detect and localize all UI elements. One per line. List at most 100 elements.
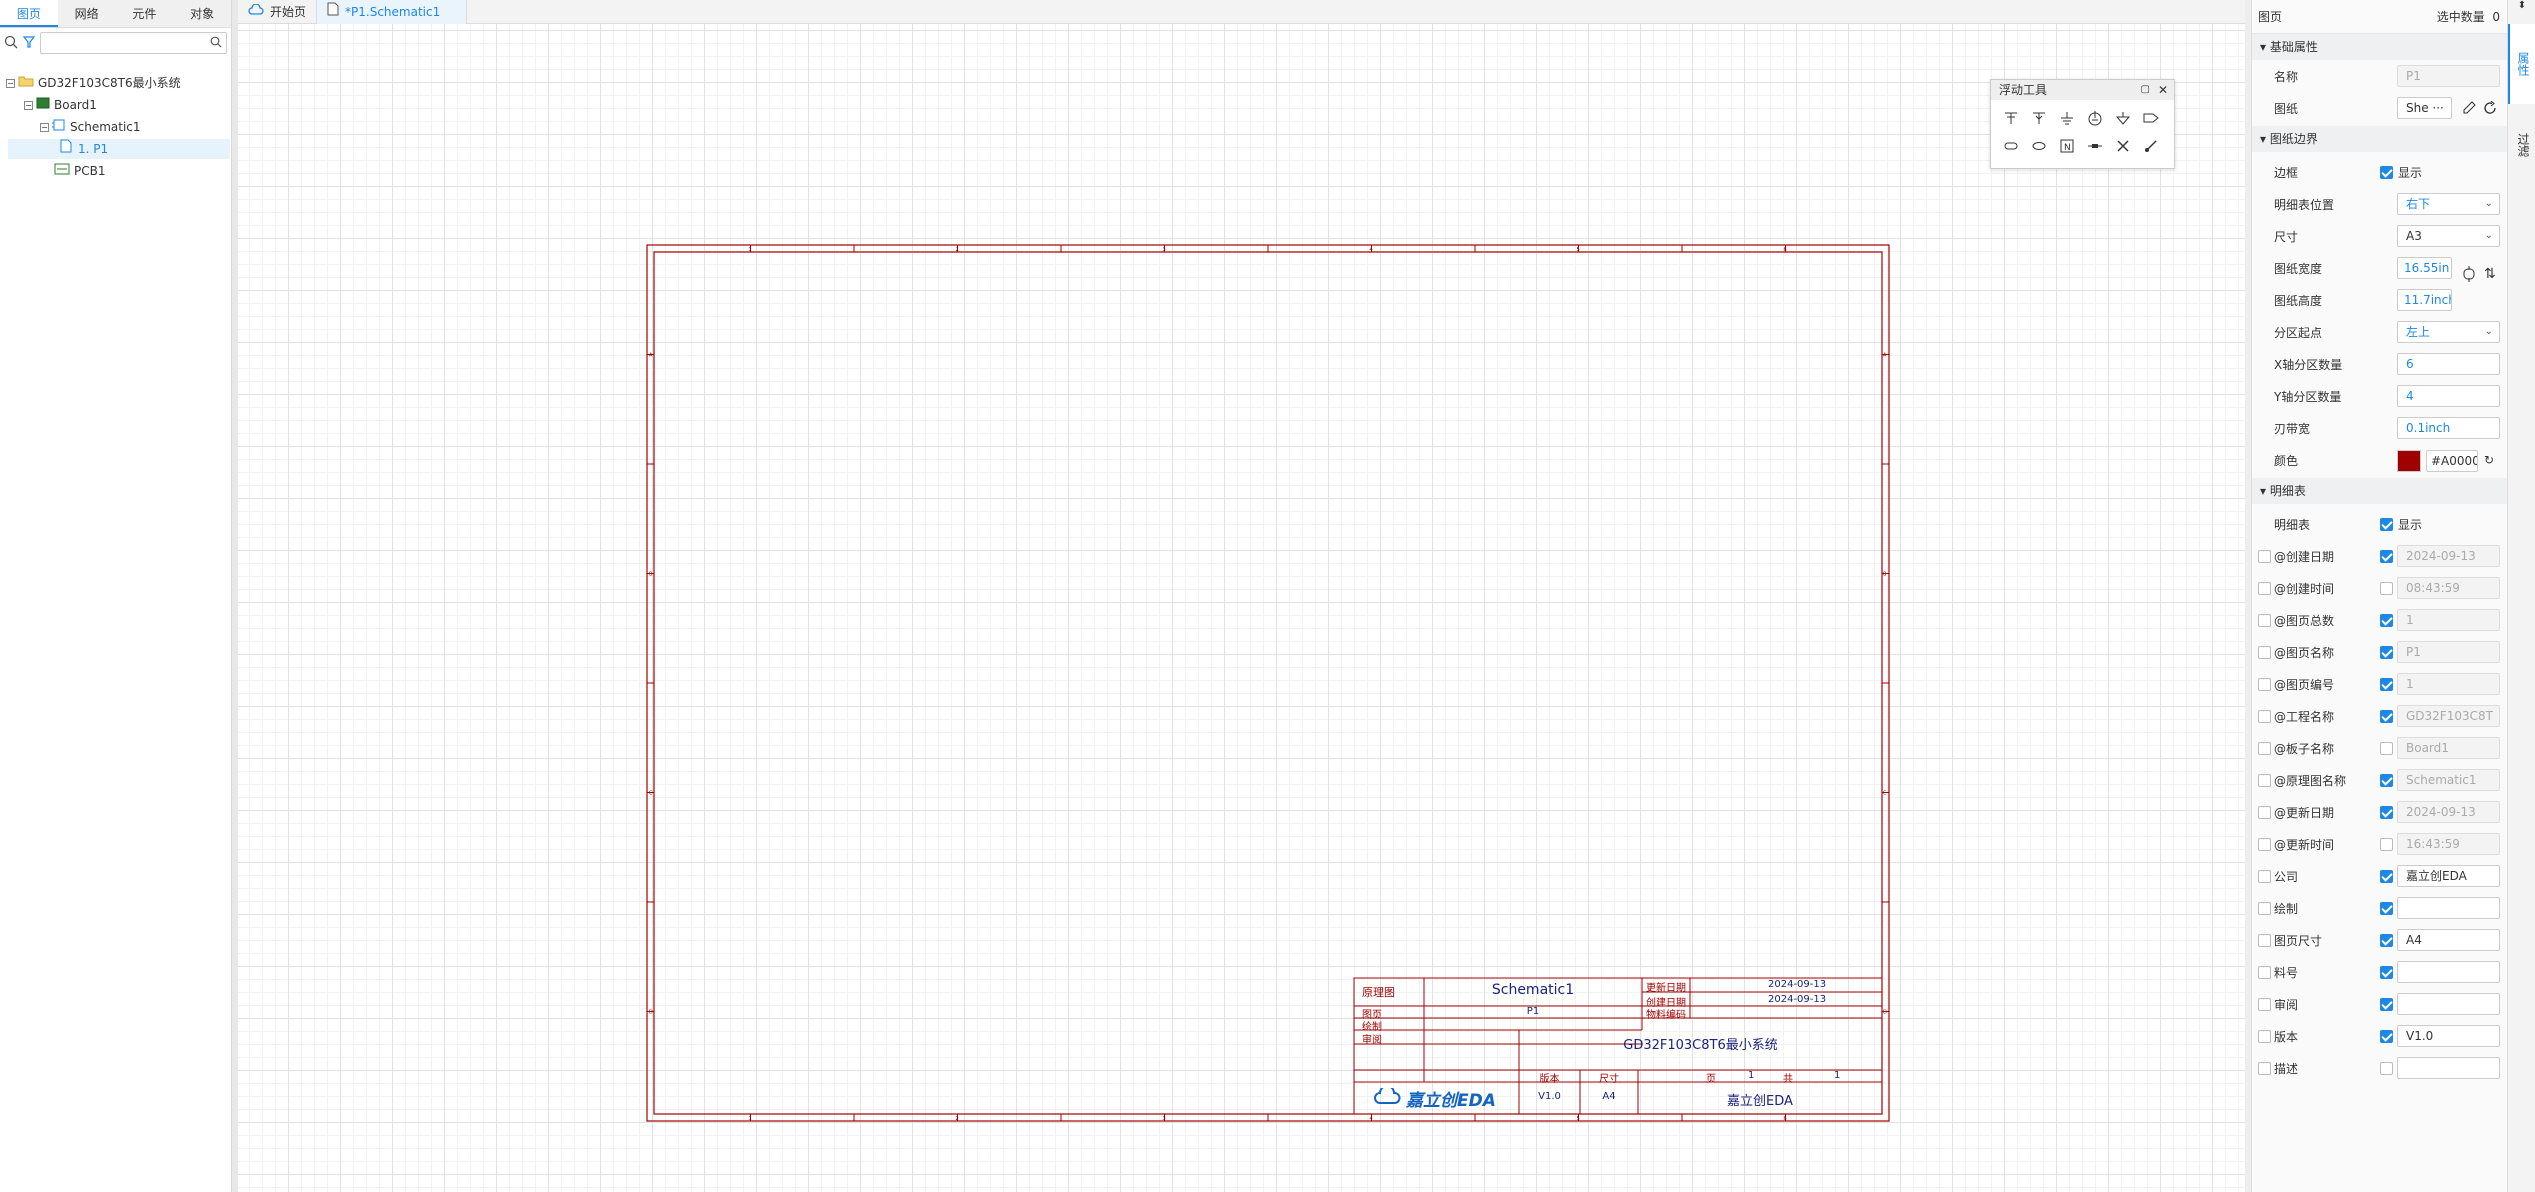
refresh-icon[interactable] — [2482, 100, 2498, 119]
field-include-checkbox[interactable] — [2258, 742, 2271, 755]
maximize-icon[interactable]: ▢ — [2140, 80, 2149, 100]
field-value-input[interactable]: A4 — [2397, 929, 2500, 951]
field-visible-checkbox[interactable] — [2380, 742, 2393, 755]
ground-icon[interactable] — [2053, 104, 2081, 132]
color-input[interactable]: #A0000 — [2426, 450, 2478, 472]
search-input[interactable] — [40, 32, 227, 54]
tab-nets[interactable]: 网络 — [58, 0, 116, 27]
edit-pencil-icon[interactable] — [2461, 100, 2477, 119]
tab-start-page[interactable]: 开始页 — [238, 0, 318, 24]
field-visible-checkbox[interactable] — [2380, 614, 2393, 627]
tree-item-page[interactable]: 1. P1 — [8, 139, 230, 159]
field-value-input[interactable]: Schematic1 — [2397, 769, 2500, 791]
field-value-input[interactable]: 16:43:59 — [2397, 833, 2500, 855]
section-border[interactable]: ▾ 图纸边界 — [2252, 126, 2508, 152]
field-value-input[interactable] — [2397, 961, 2500, 983]
tree-item-schematic[interactable]: − Schematic1 — [40, 117, 141, 137]
net-label-power-icon[interactable] — [2025, 104, 2053, 132]
field-value-input[interactable]: GD32F103C8T — [2397, 705, 2500, 727]
tree-item-pcb[interactable]: PCB1 — [40, 161, 105, 181]
field-include-checkbox[interactable] — [2258, 582, 2271, 595]
field-visible-checkbox[interactable] — [2380, 838, 2393, 851]
field-include-checkbox[interactable] — [2258, 934, 2271, 947]
net-label-vcc-icon[interactable] — [1997, 104, 2025, 132]
field-visible-checkbox[interactable] — [2380, 998, 2393, 1011]
vtab-filter[interactable]: 过滤 — [2508, 110, 2535, 180]
drawing-input[interactable]: She ··· — [2397, 97, 2452, 119]
collapse-icon[interactable]: − — [40, 122, 49, 132]
field-value-input[interactable]: 08:43:59 — [2397, 577, 2500, 599]
tree-item-project[interactable]: − GD32F103C8T6最小系统 — [6, 73, 181, 93]
name-input[interactable]: P1 — [2397, 65, 2500, 87]
field-include-checkbox[interactable] — [2258, 806, 2271, 819]
field-visible-checkbox[interactable] — [2380, 678, 2393, 691]
field-visible-checkbox[interactable] — [2380, 870, 2393, 883]
field-include-checkbox[interactable] — [2258, 902, 2271, 915]
no-connect-flag-icon[interactable]: N — [2053, 132, 2081, 160]
pin-icon[interactable]: ⬍ — [2508, 0, 2535, 20]
net-port-icon[interactable] — [2137, 104, 2165, 132]
field-visible-checkbox[interactable] — [2380, 1030, 2393, 1043]
tab-components[interactable]: 元件 — [116, 0, 174, 27]
floating-tools-header[interactable]: 浮动工具 ▢ ✕ — [1991, 80, 2174, 100]
reset-color-icon[interactable]: ↻ — [2484, 453, 2494, 467]
close-icon[interactable]: ✕ — [2158, 80, 2168, 100]
field-value-input[interactable]: 2024-09-13 — [2397, 545, 2500, 567]
field-value-input[interactable] — [2397, 993, 2500, 1015]
collapse-icon[interactable]: − — [24, 100, 33, 110]
field-visible-checkbox[interactable] — [2380, 550, 2393, 563]
section-titleblock[interactable]: ▾ 明细表 — [2252, 478, 2508, 504]
tab-schematic-p1[interactable]: *P1.Schematic1 — [317, 0, 468, 24]
vtab-properties[interactable]: 属性 — [2508, 24, 2535, 104]
field-include-checkbox[interactable] — [2258, 646, 2271, 659]
section-basic[interactable]: ▾ 基础属性 — [2252, 34, 2508, 60]
field-visible-checkbox[interactable] — [2380, 902, 2393, 915]
field-include-checkbox[interactable] — [2258, 710, 2271, 723]
tab-objects[interactable]: 对象 — [173, 0, 231, 27]
field-visible-checkbox[interactable] — [2380, 646, 2393, 659]
field-include-checkbox[interactable] — [2258, 966, 2271, 979]
field-value-input[interactable]: V1.0 — [2397, 1025, 2500, 1047]
lock-aspect-icon[interactable] — [2462, 266, 2476, 285]
field-value-input[interactable]: 2024-09-13 — [2397, 801, 2500, 823]
field-visible-checkbox[interactable] — [2380, 582, 2393, 595]
field-include-checkbox[interactable] — [2258, 1030, 2271, 1043]
field-visible-checkbox[interactable] — [2380, 966, 2393, 979]
tb-position-select[interactable]: 右下 ⌄ — [2397, 193, 2500, 215]
field-value-input[interactable]: 1 — [2397, 609, 2500, 631]
analog-ground-icon[interactable] — [2081, 104, 2109, 132]
field-visible-checkbox[interactable] — [2380, 710, 2393, 723]
field-include-checkbox[interactable] — [2258, 550, 2271, 563]
size-select[interactable]: A3 ⌄ — [2397, 225, 2500, 247]
schematic-canvas[interactable]: 1 1 2 2 3 3 4 4 5 5 6 6 A A B B C C D D 原理图 Schematic1 更新日期… — [238, 24, 2245, 1192]
net-flag-icon[interactable] — [1997, 132, 2025, 160]
field-visible-checkbox[interactable] — [2380, 774, 2393, 787]
field-include-checkbox[interactable] — [2258, 774, 2271, 787]
off-page-connector-icon[interactable] — [2025, 132, 2053, 160]
tree-item-board[interactable]: − Board1 — [24, 95, 97, 115]
search-icon[interactable] — [4, 35, 18, 52]
filter-icon[interactable] — [22, 35, 36, 52]
field-value-input[interactable]: P1 — [2397, 641, 2500, 663]
field-include-checkbox[interactable] — [2258, 678, 2271, 691]
origin-select[interactable]: 左上 ⌄ — [2397, 321, 2500, 343]
width-input[interactable]: 16.55in — [2397, 257, 2452, 279]
field-value-input[interactable] — [2397, 897, 2500, 919]
field-visible-checkbox[interactable] — [2380, 806, 2393, 819]
no-connect-x-icon[interactable] — [2109, 132, 2137, 160]
height-input[interactable]: 11.7inch — [2397, 289, 2452, 311]
border-show-checkbox[interactable] — [2380, 166, 2393, 179]
swap-icon[interactable]: ⇅ — [2484, 266, 2496, 282]
field-visible-checkbox[interactable] — [2380, 934, 2393, 947]
field-include-checkbox[interactable] — [2258, 1062, 2271, 1075]
field-visible-checkbox[interactable] — [2380, 1062, 2393, 1075]
edge-input[interactable]: 0.1inch — [2397, 417, 2500, 439]
field-include-checkbox[interactable] — [2258, 870, 2271, 883]
titleblock-show-checkbox[interactable] — [2380, 518, 2393, 531]
ydiv-input[interactable]: 4 — [2397, 385, 2500, 407]
protective-ground-icon[interactable] — [2109, 104, 2137, 132]
field-value-input[interactable]: 嘉立创EDA — [2397, 865, 2500, 887]
color-swatch[interactable] — [2397, 450, 2421, 472]
field-value-input[interactable] — [2397, 1057, 2500, 1079]
tab-pages[interactable]: 图页 — [0, 0, 58, 27]
